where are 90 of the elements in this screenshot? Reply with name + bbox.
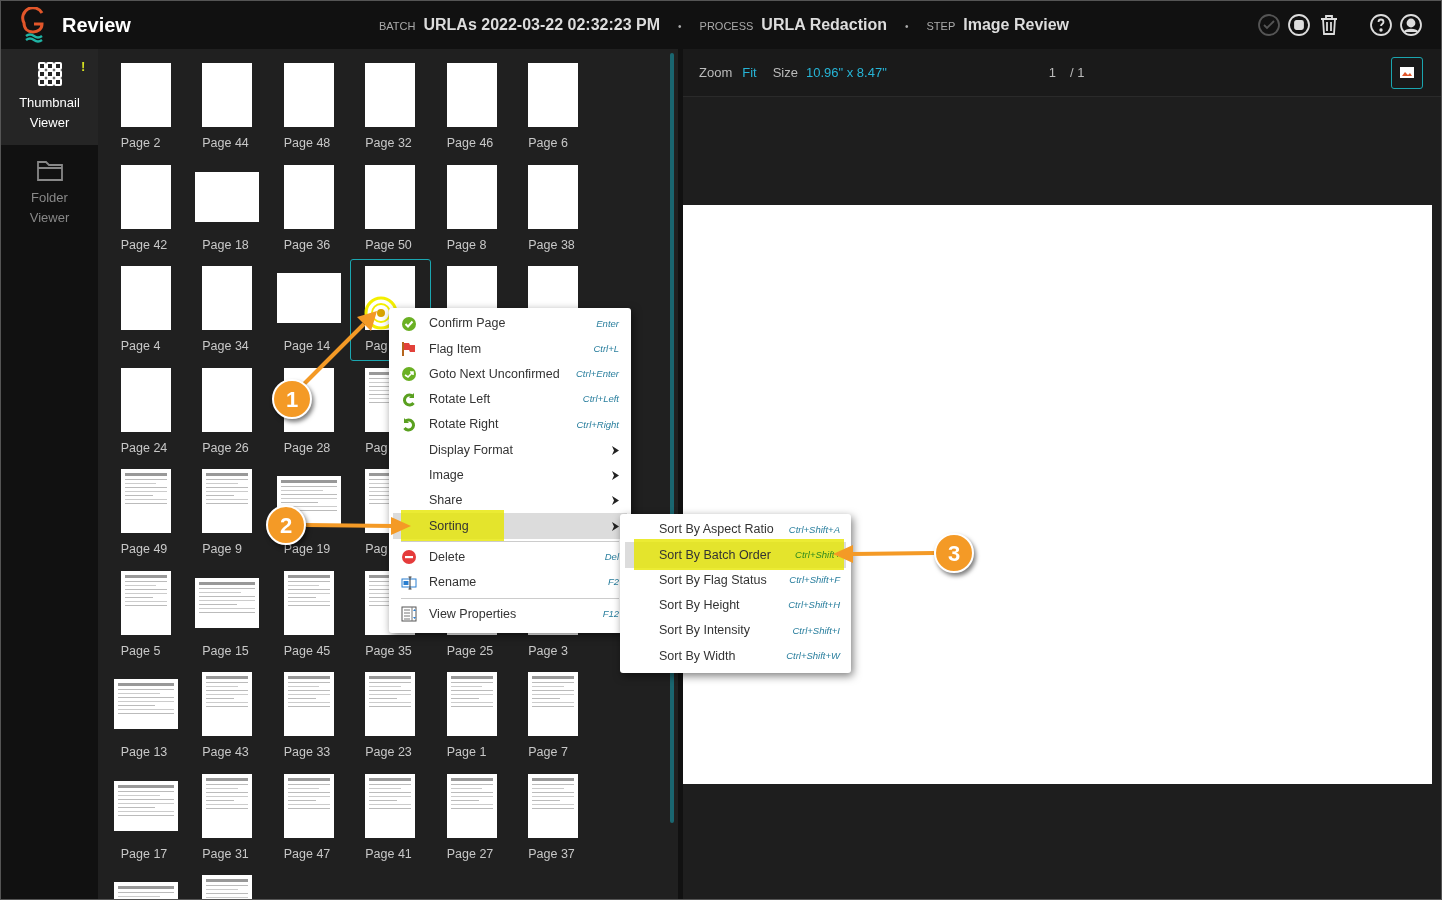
thumbnail-label: Page 4	[120, 338, 161, 355]
shortcut-text: Ctrl+Shift+H	[788, 598, 840, 613]
menu-item-label: Rotate Right	[429, 416, 499, 434]
thumbnail-label: Page 25	[446, 642, 494, 660]
thumbnail-label: Page 32	[365, 135, 412, 152]
thumbnail-label: Page 50	[365, 236, 412, 254]
batch-label: BATCH	[379, 19, 416, 34]
thumbnail-label: Page 7	[528, 744, 568, 761]
menu-item-label: Sort By Intensity	[659, 622, 750, 640]
thumbnail-label: Page 43	[202, 744, 249, 761]
menu-item-label: Sort By Batch Order	[659, 546, 771, 564]
shortcut-text: Enter	[596, 316, 619, 331]
page-number: 1	[1048, 63, 1056, 82]
alert-mark: !	[81, 58, 86, 76]
menu-item-label: Rotate Left	[429, 391, 491, 409]
thumbnail-label: Page 9	[202, 541, 242, 558]
menu-item-label: Sort By Width	[659, 647, 736, 665]
step-label: STEP	[926, 19, 956, 34]
thumbnail-label: Page 42	[120, 236, 168, 254]
shortcut-text: Del	[604, 550, 619, 565]
thumbnail-label: Page 23	[365, 744, 412, 761]
thumbnail-label: Page 47	[283, 845, 331, 863]
menu-item-label: Sort By Flag Status	[659, 571, 767, 589]
shortcut-text: Ctrl+Shift+A	[788, 522, 840, 537]
thumbnail-label: Page 38	[528, 236, 575, 254]
menu-item-label: Sorting	[429, 517, 469, 535]
process-name: URLA Redaction	[761, 15, 887, 35]
thumbnail-label: Page 36	[283, 236, 331, 254]
thumbnail-label: Page 8	[446, 236, 487, 254]
page-count: / 1	[1070, 63, 1085, 82]
menu-item-label: View Properties	[429, 605, 517, 623]
menu-item-label: Goto Next Unconfirmed	[429, 365, 560, 383]
thumbnail-label: Page 15	[202, 642, 249, 660]
menu-item-label: Sort By Aspect Ratio	[659, 521, 774, 539]
step-name: Image Review	[963, 15, 1070, 35]
thumbnail-label: Page 1	[446, 744, 487, 761]
shortcut-text: F12	[602, 606, 619, 621]
thumbnail-label: Page 13	[120, 744, 168, 761]
thumbnail-label: Pag	[365, 338, 388, 355]
size-label: Size	[772, 63, 798, 82]
thumbnail-label: Page 41	[365, 845, 412, 863]
shortcut-text: Ctrl+L	[593, 341, 619, 356]
size-value: 10.96" x 8.47"	[806, 63, 887, 82]
thumbnail-label: Page 14	[283, 338, 331, 355]
thumbnail-label: Page 18	[202, 236, 249, 254]
thumbnail-label: Page 24	[120, 439, 168, 457]
thumbnail-label: Page 46	[446, 135, 494, 152]
thumbnail-label: Page 44	[202, 135, 249, 152]
thumbnail-label: Page 31	[202, 845, 249, 863]
thumbnail-label: Page 34	[202, 338, 249, 355]
thumbnail-label: Page 17	[120, 845, 168, 863]
menu-item-label: Share	[429, 492, 463, 510]
process-label: PROCESS	[699, 19, 754, 34]
thumbnail-label: Page 6	[528, 135, 568, 152]
shortcut-text: Ctrl+Right	[576, 417, 619, 432]
shortcut-text: Ctrl+Left	[582, 392, 619, 407]
shortcut-text: Ctrl+Shift+	[795, 547, 840, 562]
thumbnail-label: Page 3	[528, 642, 568, 660]
zoom-label: Zoom	[699, 63, 733, 82]
menu-item-label: Rename	[429, 574, 477, 592]
nav-label: Folder Viewer	[28, 189, 71, 227]
thumbnail-label: Page 2	[120, 135, 161, 152]
thumbnail-label: Page 28	[283, 439, 331, 457]
menu-item-label: Delete	[429, 548, 466, 566]
thumbnail-label: Page 37	[528, 845, 575, 863]
menu-item-label: Sort By Height	[659, 597, 740, 615]
shortcut-text: Ctrl+Shift+I	[792, 623, 840, 638]
menu-item-label: Image	[429, 467, 464, 485]
shortcut-text: Ctrl+Enter	[575, 367, 619, 382]
thumbnail-label: Page 5	[120, 642, 161, 660]
menu-item-label: Display Format	[429, 441, 514, 459]
batch-name: URLAs 2022-03-22 02:32:23 PM	[423, 15, 661, 35]
separator-dot: •	[678, 20, 682, 34]
shortcut-text: Ctrl+Shift+W	[786, 649, 840, 663]
menu-item-label: Confirm Page	[429, 315, 506, 333]
shortcut-text: Ctrl+Shift+F	[789, 573, 840, 588]
thumbnail-label: Page 49	[120, 541, 168, 558]
thumbnail-label: Page 33	[283, 744, 331, 761]
shortcut-text: F2	[607, 575, 619, 590]
thumbnail-label: Page 27	[446, 845, 494, 863]
page-title: Review	[62, 13, 131, 38]
thumbnail-label: Page 35	[365, 642, 412, 660]
nav-label: Thumbnail Viewer	[18, 94, 81, 132]
thumbnail-label: Page 26	[202, 439, 249, 457]
thumbnail-label: Page 48	[283, 135, 331, 152]
thumbnail-label: Pag	[365, 541, 388, 558]
separator-dot: •	[905, 20, 909, 34]
thumbnail-label: Page 45	[283, 642, 331, 660]
thumbnail-label: Pag	[365, 439, 388, 457]
menu-item-label: Flag Item	[429, 340, 482, 358]
